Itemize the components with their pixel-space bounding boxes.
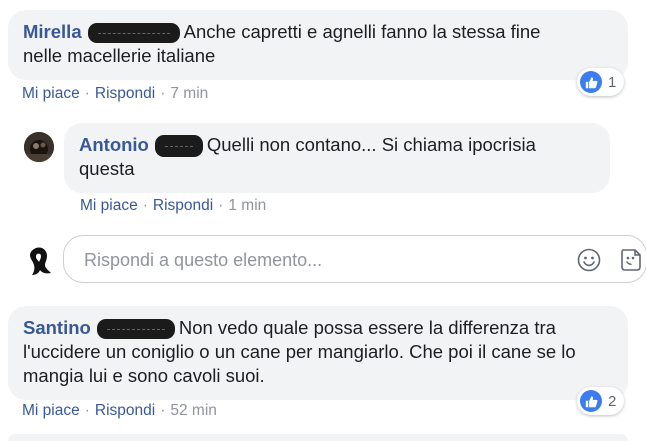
reaction-count: 2: [608, 392, 617, 410]
comment-text-line: Antonio Quelli non contano... Si chiama i…: [79, 133, 610, 158]
avatar[interactable]: [24, 132, 54, 162]
smiley-icon[interactable]: [577, 248, 601, 272]
reply-box: [63, 235, 646, 283]
comment-bubble: Santino Non vedo quale possa essere la di…: [8, 306, 628, 400]
comment-author[interactable]: Antonio: [79, 134, 149, 155]
reply-link[interactable]: Rispondi: [95, 85, 155, 102]
separator: ·: [218, 197, 224, 214]
comment-text: Non vedo quale possa essere la differenz…: [178, 317, 556, 338]
comment-text: mangia lui e sono cavoli suoi.: [23, 365, 265, 386]
reaction-count: 1: [608, 73, 617, 91]
separator: ·: [160, 402, 166, 419]
comment-bubble: Mirella Anche capretti e agnelli fanno la…: [8, 10, 628, 80]
reply-input[interactable]: [82, 246, 556, 274]
comment-text-line: Mirella Anche capretti e agnelli fanno la…: [23, 20, 628, 44]
like-icon: [580, 390, 602, 412]
separator: ·: [142, 197, 148, 214]
next-comment-bubble: [8, 434, 628, 441]
comment-time[interactable]: 7 min: [170, 85, 208, 102]
comment-text: questa: [79, 158, 135, 180]
separator: ·: [160, 85, 166, 102]
comment-actions: Mi piace · Rispondi · 52 min: [22, 402, 217, 420]
separator: ·: [84, 85, 90, 102]
like-link[interactable]: Mi piace: [22, 402, 80, 419]
comment-text-line: Santino Non vedo quale possa essere la di…: [23, 316, 628, 340]
separator: ·: [84, 402, 90, 419]
redacted-surname: [96, 319, 175, 340]
like-link[interactable]: Mi piace: [22, 85, 80, 102]
comment-actions: Mi piace · Rispondi · 1 min: [80, 197, 266, 215]
reply-link[interactable]: Rispondi: [95, 402, 155, 419]
like-icon: [580, 71, 602, 93]
comment-author[interactable]: Mirella: [23, 21, 82, 42]
comment-author[interactable]: Santino: [23, 317, 91, 338]
reaction-badge[interactable]: 1: [577, 68, 625, 96]
reply-link[interactable]: Rispondi: [153, 197, 213, 214]
like-link[interactable]: Mi piace: [80, 197, 138, 214]
comment-time[interactable]: 1 min: [228, 197, 266, 214]
comment-text: nelle macellerie italiane: [23, 45, 216, 66]
redacted-surname: [87, 23, 180, 44]
comment-bubble: Antonio Quelli non contano... Si chiama i…: [64, 123, 610, 193]
sticker-icon[interactable]: [619, 247, 643, 273]
redacted-surname: [154, 135, 203, 158]
comment-actions: Mi piace · Rispondi · 7 min: [22, 85, 208, 103]
current-user-avatar[interactable]: [22, 244, 56, 278]
comment-time[interactable]: 52 min: [170, 402, 217, 419]
comment-text: l'uccidere un coniglio o un cane per man…: [23, 341, 576, 362]
comment-text: Quelli non contano... Si chiama ipocrisi…: [206, 134, 536, 155]
comment-text: Anche capretti e agnelli fanno la stessa…: [183, 21, 541, 42]
reaction-badge[interactable]: 2: [577, 387, 625, 415]
